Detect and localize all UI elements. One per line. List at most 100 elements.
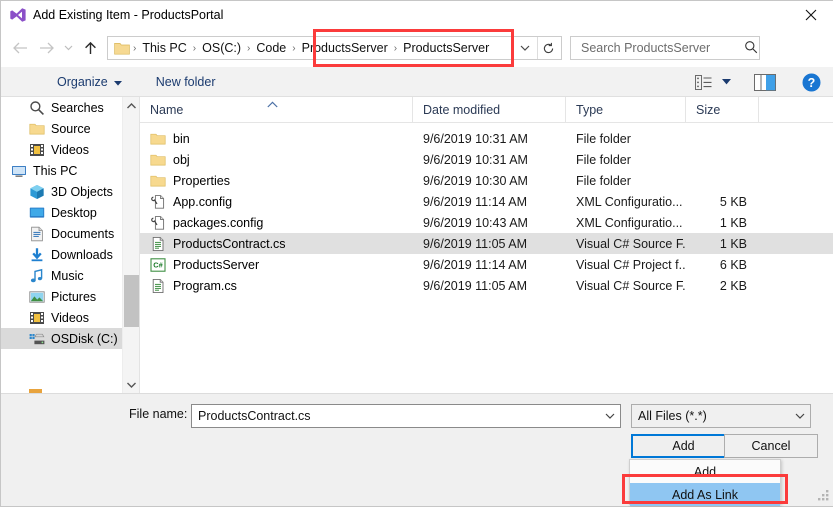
table-row[interactable]: Program.cs 9/6/2019 11:05 AM Visual C# Sou… <box>140 275 833 296</box>
chevron-down-icon[interactable] <box>600 413 620 420</box>
sidebar-item-label: This PC <box>33 163 78 178</box>
scroll-down-button[interactable] <box>123 376 139 393</box>
column-header-date-modified[interactable]: Date modified <box>413 97 566 123</box>
file-name-cell: bin <box>140 131 413 147</box>
table-row[interactable]: packages.config 9/6/2019 10:43 AM XML Conf… <box>140 212 833 233</box>
sidebar-item-videos[interactable]: Videos <box>1 307 139 328</box>
help-icon[interactable]: ? <box>796 70 826 94</box>
up-one-level-button[interactable] <box>77 35 103 61</box>
list-view-icon[interactable] <box>688 70 718 94</box>
command-bar-right-group: ? <box>688 67 826 97</box>
breadcrumb-this-pc[interactable]: This PC <box>137 37 191 59</box>
sidebar-item-label: Searches <box>51 100 104 115</box>
breadcrumb-productsserver-project[interactable]: ProductsServer <box>398 37 494 59</box>
menu-item-add[interactable]: Add <box>630 460 780 483</box>
sidebar-item-3d-objects[interactable]: 3D Objects <box>1 181 139 202</box>
table-row[interactable]: bin 9/6/2019 10:31 AM File folder <box>140 128 833 149</box>
sidebar-item-desktop[interactable]: Desktop <box>1 202 139 223</box>
sidebar-item-pictures[interactable]: Pictures <box>1 286 139 307</box>
file-type-filter-combobox[interactable]: All Files (*.*) <box>631 404 811 428</box>
file-name-label: Program.cs <box>173 278 237 293</box>
file-name-cell: Properties <box>140 173 413 189</box>
column-header-type[interactable]: Type <box>566 97 686 123</box>
breadcrumb-code[interactable]: Code <box>251 37 291 59</box>
file-type-cell: File folder <box>576 131 631 146</box>
file-name-cell: C# ProductsServer <box>140 257 413 273</box>
sidebar-item-this-pc[interactable]: This PC <box>1 160 139 181</box>
recent-locations-button[interactable] <box>59 35 77 61</box>
view-options-chevron-icon[interactable] <box>718 70 734 94</box>
search-box[interactable] <box>570 36 760 60</box>
search-folder-icon <box>29 100 45 116</box>
downloads-icon <box>29 247 45 263</box>
sidebar-item-downloads[interactable]: Downloads <box>1 244 139 265</box>
file-type-cell: Visual C# Project f... <box>576 257 686 272</box>
cancel-button[interactable]: Cancel <box>724 434 818 458</box>
filename-input[interactable] <box>192 408 600 424</box>
sidebar-item-searches[interactable]: Searches <box>1 97 139 118</box>
search-input[interactable] <box>579 40 744 56</box>
column-header-name[interactable]: Name <box>140 97 413 123</box>
sidebar-item-source[interactable]: Source <box>1 118 139 139</box>
table-row[interactable]: App.config 9/6/2019 11:14 AM XML Configura… <box>140 191 833 212</box>
folder-icon <box>150 152 166 168</box>
breadcrumb-dropdown-button[interactable] <box>515 37 535 59</box>
sort-ascending-icon <box>267 97 278 119</box>
this-pc-icon <box>11 163 27 179</box>
videos-icon <box>29 142 45 158</box>
resize-grip-icon[interactable] <box>818 490 830 502</box>
add-dropdown-menu: Add Add As Link <box>629 459 781 506</box>
file-date-cell: 9/6/2019 11:14 AM <box>423 257 528 272</box>
file-name-cell: packages.config <box>140 215 413 231</box>
breadcrumb-bar[interactable]: › This PC › OS(C:) › Code › ProductsServ… <box>107 36 562 60</box>
file-size-cell: 5 KB <box>719 194 747 209</box>
new-folder-button[interactable]: New folder <box>146 70 226 94</box>
column-header-size[interactable]: Size <box>686 97 759 123</box>
file-name-cell: App.config <box>140 194 413 210</box>
search-icon <box>744 40 758 57</box>
navigation-bar: › This PC › OS(C:) › Code › ProductsServ… <box>1 29 833 67</box>
file-list-pane: Name Date modified Type Size bin 9/6/2019… <box>140 97 833 393</box>
file-date-cell: 9/6/2019 11:14 AM <box>423 194 528 209</box>
desktop-icon <box>29 205 45 221</box>
sidebar-scrollbar-thumb[interactable] <box>124 275 139 327</box>
scroll-up-button[interactable] <box>123 97 139 114</box>
organize-button[interactable]: Organize <box>47 70 132 94</box>
file-name-label: bin <box>173 131 190 146</box>
file-date-cell: 9/6/2019 11:05 AM <box>423 236 528 251</box>
table-row[interactable]: Properties 9/6/2019 10:30 AM File folder <box>140 170 833 191</box>
pictures-icon <box>29 289 45 305</box>
file-list-header: Name Date modified Type Size <box>140 97 833 123</box>
sidebar-item-music[interactable]: Music <box>1 265 139 286</box>
navigation-pane: Searches Source Videos This PC 3D Objects Des… <box>1 97 139 393</box>
forward-button[interactable] <box>33 35 59 61</box>
sidebar-item-label: Videos <box>51 142 89 157</box>
sidebar-item-videos[interactable]: Videos <box>1 139 139 160</box>
sidebar-item-documents[interactable]: Documents <box>1 223 139 244</box>
table-row[interactable]: C# ProductsServer 9/6/2019 11:14 AM Visual … <box>140 254 833 275</box>
videos-icon <box>29 310 45 326</box>
sidebar-scrollbar[interactable] <box>122 97 139 393</box>
sidebar-item-osdisk-c[interactable]: OSDisk (C:) <box>1 328 139 349</box>
sidebar-item-label: Music <box>51 268 84 283</box>
back-button[interactable] <box>7 35 33 61</box>
close-button[interactable] <box>788 1 833 29</box>
table-row[interactable]: ProductsContract.cs 9/6/2019 11:05 AM Visu… <box>140 233 833 254</box>
refresh-icon[interactable] <box>537 37 559 59</box>
breadcrumb-os-c[interactable]: OS(C:) <box>197 37 246 59</box>
file-date-cell: 9/6/2019 10:43 AM <box>423 215 528 230</box>
breadcrumb-productsserver-solution[interactable]: ProductsServer <box>297 37 393 59</box>
menu-item-add-label: Add <box>693 464 717 479</box>
menu-item-add-as-link-label: Add As Link <box>671 487 738 502</box>
table-row[interactable]: obj 9/6/2019 10:31 AM File folder <box>140 149 833 170</box>
cancel-button-label: Cancel <box>751 439 791 453</box>
preview-pane-icon[interactable] <box>750 70 780 94</box>
filename-combobox[interactable] <box>191 404 621 428</box>
chevron-down-icon[interactable] <box>790 413 810 420</box>
svg-text:?: ? <box>807 76 815 90</box>
file-rows-container: bin 9/6/2019 10:31 AM File folder obj 9/6/20… <box>140 123 833 296</box>
folder-icon <box>29 121 45 137</box>
dialog-body: Searches Source Videos This PC 3D Objects Des… <box>1 97 833 393</box>
menu-item-add-as-link[interactable]: Add As Link <box>630 483 780 506</box>
add-button[interactable]: Add <box>631 434 736 458</box>
